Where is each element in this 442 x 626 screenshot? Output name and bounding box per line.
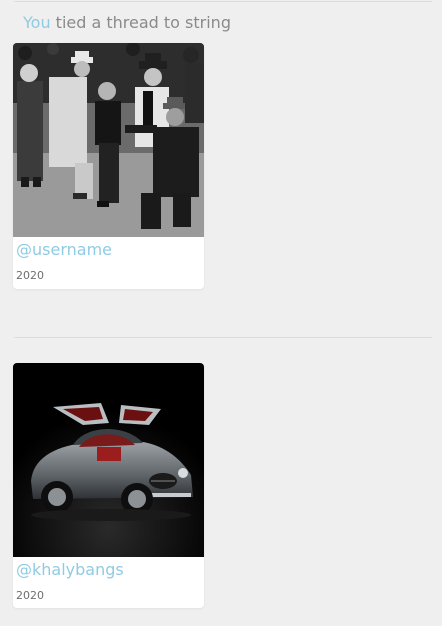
card-year: 2020 (16, 269, 44, 282)
activity-text: tied a thread to string (50, 13, 231, 32)
card-year: 2020 (16, 589, 44, 602)
black-and-white-photo-icon[interactable] (13, 43, 204, 237)
thread-feed: You tied a thread to string @username 20… (0, 0, 442, 626)
string-card[interactable]: @khalybangs 2020 (13, 363, 204, 608)
actor-link[interactable]: You (23, 13, 51, 32)
username-link[interactable]: @khalybangs (16, 560, 124, 579)
section-divider (14, 337, 432, 338)
string-card[interactable]: @username 2020 (13, 43, 204, 289)
sports-car-photo-icon[interactable] (13, 363, 204, 557)
username-link[interactable]: @username (16, 240, 112, 259)
top-divider (14, 1, 432, 2)
activity-line: You tied a thread to string (23, 13, 231, 32)
